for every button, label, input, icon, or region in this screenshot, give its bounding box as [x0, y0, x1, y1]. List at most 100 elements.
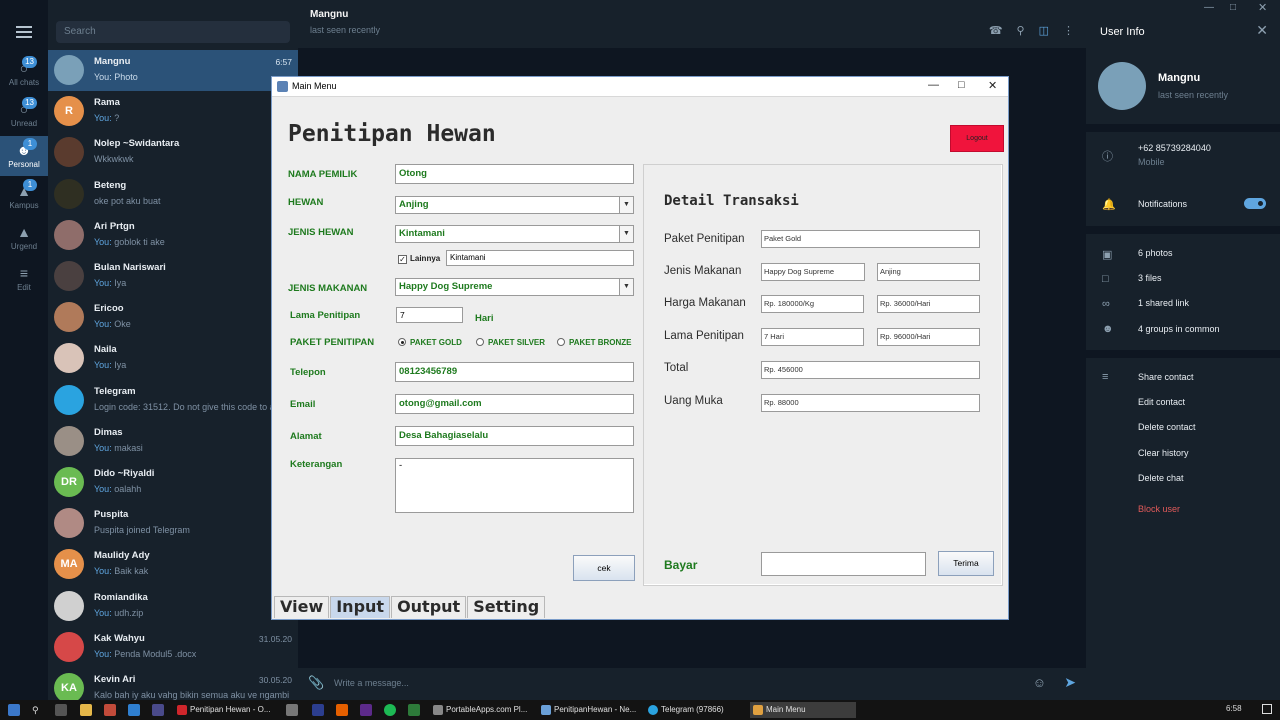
taskbar-item-telegram[interactable]: Telegram (97866) [645, 702, 745, 718]
share-contact[interactable]: Share contact [1138, 372, 1194, 382]
taskbar-item-main-menu[interactable]: Main Menu [750, 702, 856, 718]
phone-field[interactable]: 08123456789 [395, 362, 634, 382]
chat-list-item[interactable]: DRDido ~RiyaldiYou: oalahh3 [48, 462, 298, 503]
close-icon[interactable]: ✕ [988, 79, 997, 92]
more-vertical-icon[interactable]: ⋮ [1063, 24, 1074, 37]
chevron-down-icon[interactable]: ▼ [619, 226, 633, 242]
chat-list-item[interactable]: Beteng oke pot aku buat [48, 174, 298, 215]
chat-list-item[interactable]: Kak Wahyu You: Penda Modul5 .docx 31.05.20 [48, 627, 298, 668]
spotify-icon[interactable] [384, 704, 396, 716]
maximize-icon[interactable]: □ [958, 79, 965, 91]
taskbar-item-opera[interactable]: Penitipan Hewan - O... [174, 702, 278, 718]
folder-unread[interactable]: ○ 13 Unread [0, 95, 48, 135]
office-icon[interactable] [104, 704, 116, 716]
food-type-select[interactable]: Happy Dog Supreme ▼ [395, 278, 634, 296]
tab-output[interactable]: Output [391, 596, 467, 618]
chat-list-item[interactable]: Telegram Login code: 31512. Do not give t… [48, 380, 298, 421]
edit-contact[interactable]: Edit contact [1138, 397, 1185, 407]
close-icon[interactable]: ✕ [1258, 1, 1267, 14]
mail-icon[interactable] [128, 704, 140, 716]
app-icon[interactable] [286, 704, 298, 716]
app-icon[interactable] [408, 704, 420, 716]
detail-animal-field[interactable]: Anjing [877, 263, 980, 281]
chat-list-item[interactable]: RomiandikaYou: udh.zip1 [48, 586, 298, 627]
shared-links[interactable]: 1 shared link [1138, 298, 1189, 308]
chat-list-item[interactable]: R Rama You: ? [48, 91, 298, 132]
firefox-icon[interactable] [336, 704, 348, 716]
message-input[interactable]: Write a message... [334, 678, 409, 688]
package-bronze-radio[interactable]: PAKET BRONZE [557, 338, 632, 347]
app-icon[interactable] [152, 704, 164, 716]
chevron-down-icon[interactable]: ▼ [619, 197, 633, 213]
shared-files[interactable]: 3 files [1138, 273, 1162, 283]
accept-button[interactable]: Terima [938, 551, 994, 576]
search-input[interactable]: Search [56, 21, 290, 43]
tab-view[interactable]: View [274, 596, 330, 618]
email-field[interactable]: otong@gmail.com [395, 394, 634, 414]
chat-list-item[interactable]: MAMaulidy AdyYou: Baik kak1 [48, 544, 298, 585]
owner-name-field[interactable]: Otong [395, 164, 634, 184]
tab-input[interactable]: Input [330, 596, 391, 618]
shared-photos[interactable]: 6 photos [1138, 248, 1173, 258]
logout-button[interactable]: Logout [950, 125, 1004, 152]
chat-list-item[interactable]: Naila You: Iya [48, 338, 298, 379]
task-view-icon[interactable] [55, 704, 67, 716]
down-payment-field[interactable]: Rp. 88000 [761, 394, 980, 412]
chevron-down-icon[interactable]: ▼ [619, 279, 633, 295]
menu-icon[interactable] [16, 26, 32, 38]
clock[interactable]: 6:58 [1226, 704, 1242, 713]
sidebar-toggle-icon[interactable]: ◫ [1039, 24, 1049, 37]
detail-duration-field[interactable]: 7 Hari [761, 328, 864, 346]
search-icon[interactable]: ⚲ [32, 704, 44, 716]
chat-list-item[interactable]: Nolep ~Swidantara Wkkwkwk [48, 132, 298, 173]
block-user[interactable]: Block user [1138, 504, 1180, 514]
window-titlebar[interactable]: Main Menu — □ ✕ [272, 77, 1008, 97]
chat-list-item[interactable]: DimasYou: makasi3 [48, 421, 298, 462]
folder-kampus[interactable]: ▲ 1 Kampus [0, 177, 48, 217]
chat-list-item[interactable]: KA Kevin Ari Kalo bah iy aku vahg bikin se… [48, 668, 298, 700]
tab-setting[interactable]: Setting [467, 596, 546, 618]
notification-icon[interactable] [1262, 704, 1272, 714]
folder-all-chats[interactable]: ○ 13 All chats [0, 54, 48, 94]
delete-contact[interactable]: Delete contact [1138, 422, 1196, 432]
animal-select[interactable]: Anjing ▼ [395, 196, 634, 214]
folder-personal[interactable]: ☻ 1 Personal [0, 136, 48, 176]
package-silver-radio[interactable]: PAKET SILVER [476, 338, 545, 347]
phone-number[interactable]: +62 85739284040 [1138, 143, 1211, 153]
detail-food-field[interactable]: Happy Dog Supreme [761, 263, 865, 281]
address-field[interactable]: Desa Bahagiaselalu [395, 426, 634, 446]
file-explorer-icon[interactable] [80, 704, 92, 716]
other-animal-field[interactable]: Kintamani [446, 250, 634, 266]
minimize-icon[interactable]: — [928, 79, 939, 91]
conversation-title[interactable]: Mangnu [310, 9, 348, 20]
emoji-icon[interactable]: ☺ [1033, 675, 1046, 690]
other-checkbox[interactable]: ✓ Lainnya [398, 254, 440, 264]
notifications-toggle[interactable] [1244, 198, 1266, 209]
animal-type-select[interactable]: Kintamani ▼ [395, 225, 634, 243]
avatar[interactable] [1098, 62, 1146, 110]
check-button[interactable]: cek [573, 555, 635, 581]
duration-field[interactable]: 7 [396, 307, 463, 323]
notes-textarea[interactable]: - [395, 458, 634, 513]
clear-history[interactable]: Clear history [1138, 448, 1189, 458]
chat-list-item[interactable]: Mangnu You: Photo 6:57 [48, 50, 298, 91]
maximize-icon[interactable]: □ [1230, 2, 1236, 13]
food-price-per-day-field[interactable]: Rp. 36000/Hari [877, 295, 980, 313]
minimize-icon[interactable]: — [1204, 2, 1214, 13]
close-icon[interactable]: ✕ [1256, 22, 1268, 39]
start-icon[interactable] [8, 704, 20, 716]
search-icon[interactable]: ⚲ [1017, 24, 1025, 37]
food-price-per-kg-field[interactable]: Rp. 180000/Kg [761, 295, 864, 313]
chat-list-item[interactable]: Bulan Nariswari You: Iya [48, 256, 298, 297]
folder-edit[interactable]: ≡ Edit [0, 259, 48, 299]
stay-price-per-day-field[interactable]: Rp. 96000/Hari [877, 328, 980, 346]
chat-list-item[interactable]: Ari Prtgn You: goblok ti ake [48, 215, 298, 256]
taskbar-item-portableapps[interactable]: PortableApps.com Pl... [430, 702, 530, 718]
groups-in-common[interactable]: 4 groups in common [1138, 324, 1220, 334]
chat-list-item[interactable]: Ericoo You: Oke [48, 297, 298, 338]
photoshop-icon[interactable] [312, 704, 324, 716]
taskbar-item-netbeans[interactable]: PenitipanHewan - Ne... [538, 702, 640, 718]
folder-urgend[interactable]: ▲ Urgend [0, 218, 48, 258]
attach-icon[interactable]: 📎 [308, 675, 324, 691]
send-icon[interactable]: ➤ [1064, 674, 1076, 691]
